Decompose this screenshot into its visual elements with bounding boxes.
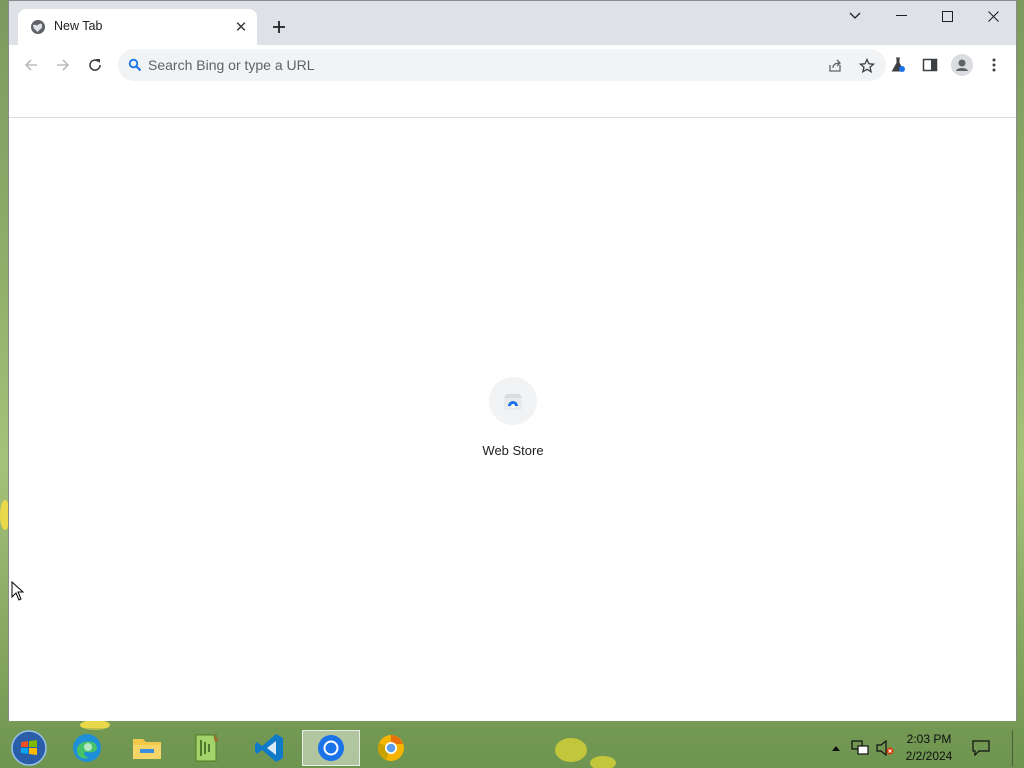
window-close-icon[interactable] [970, 1, 1016, 31]
profile-icon[interactable] [948, 51, 976, 79]
tab-new-tab[interactable]: New Tab ✕ [18, 9, 257, 45]
taskbar: 2:03 PM 2/2/2024 [0, 728, 1024, 768]
plus-icon[interactable] [267, 15, 291, 39]
volume-muted-icon[interactable] [875, 738, 895, 758]
tab-strip: New Tab ✕ [9, 1, 1016, 45]
shortcut-web-store[interactable]: Web Store [473, 371, 553, 463]
clock-time: 2:03 PM [906, 732, 952, 746]
mouse-cursor-icon [11, 581, 25, 601]
notepad-plus-icon [195, 734, 219, 762]
new-tab-page: Web Store [9, 119, 1016, 721]
vscode-icon [255, 734, 283, 762]
windows-start-icon [11, 730, 47, 766]
share-icon[interactable] [824, 55, 846, 77]
clock-date: 2/2/2024 [905, 749, 953, 763]
show-desktop-button[interactable] [1012, 730, 1024, 766]
more-menu-icon[interactable] [980, 51, 1008, 79]
start-button[interactable] [0, 730, 58, 766]
notification-icon[interactable] [970, 738, 992, 758]
bookmarks-bar [9, 85, 1016, 118]
edge-icon [73, 734, 101, 762]
taskbar-app-chrome-canary[interactable] [362, 730, 420, 766]
taskbar-clock[interactable]: 2:03 PM 2/2/2024 [898, 731, 960, 765]
star-icon[interactable] [856, 55, 878, 77]
search-icon [128, 58, 142, 72]
browser-window: New Tab ✕ Search Bing or type a URL Web … [8, 0, 1017, 721]
reload-button[interactable] [81, 51, 109, 79]
labs-flask-icon[interactable] [884, 51, 912, 79]
chrome-canary-icon [378, 735, 404, 761]
taskbar-app-editor[interactable] [178, 730, 236, 766]
arrow-right-icon [57, 59, 70, 71]
globe-icon [31, 20, 45, 34]
plus-icon [273, 21, 285, 33]
folder-icon [133, 739, 161, 759]
taskbar-app-chrome[interactable] [302, 730, 360, 766]
taskbar-app-vscode[interactable] [240, 730, 298, 766]
toolbar [9, 45, 1016, 85]
close-icon[interactable]: ✕ [231, 17, 251, 37]
reload-icon [89, 59, 101, 71]
tab-title: New Tab [54, 19, 103, 33]
show-hidden-icon[interactable] [830, 738, 842, 758]
chrome-icon [318, 735, 344, 761]
back-button[interactable] [17, 51, 45, 79]
shortcut-label: Web Store [482, 443, 544, 458]
minimize-icon[interactable] [878, 1, 924, 31]
network-icon[interactable] [850, 738, 870, 758]
maximize-icon[interactable] [924, 1, 970, 31]
side-panel-icon[interactable] [916, 51, 944, 79]
web-store-icon [504, 394, 522, 410]
shortcut-tile [489, 377, 537, 425]
address-input[interactable] [148, 49, 788, 81]
omnibox[interactable] [118, 49, 886, 81]
arrow-left-icon [24, 59, 37, 71]
taskbar-app-file-explorer[interactable] [118, 730, 176, 766]
taskbar-app-edge[interactable] [58, 730, 116, 766]
tab-search-chevron-icon[interactable] [832, 1, 878, 31]
forward-button[interactable] [49, 51, 77, 79]
